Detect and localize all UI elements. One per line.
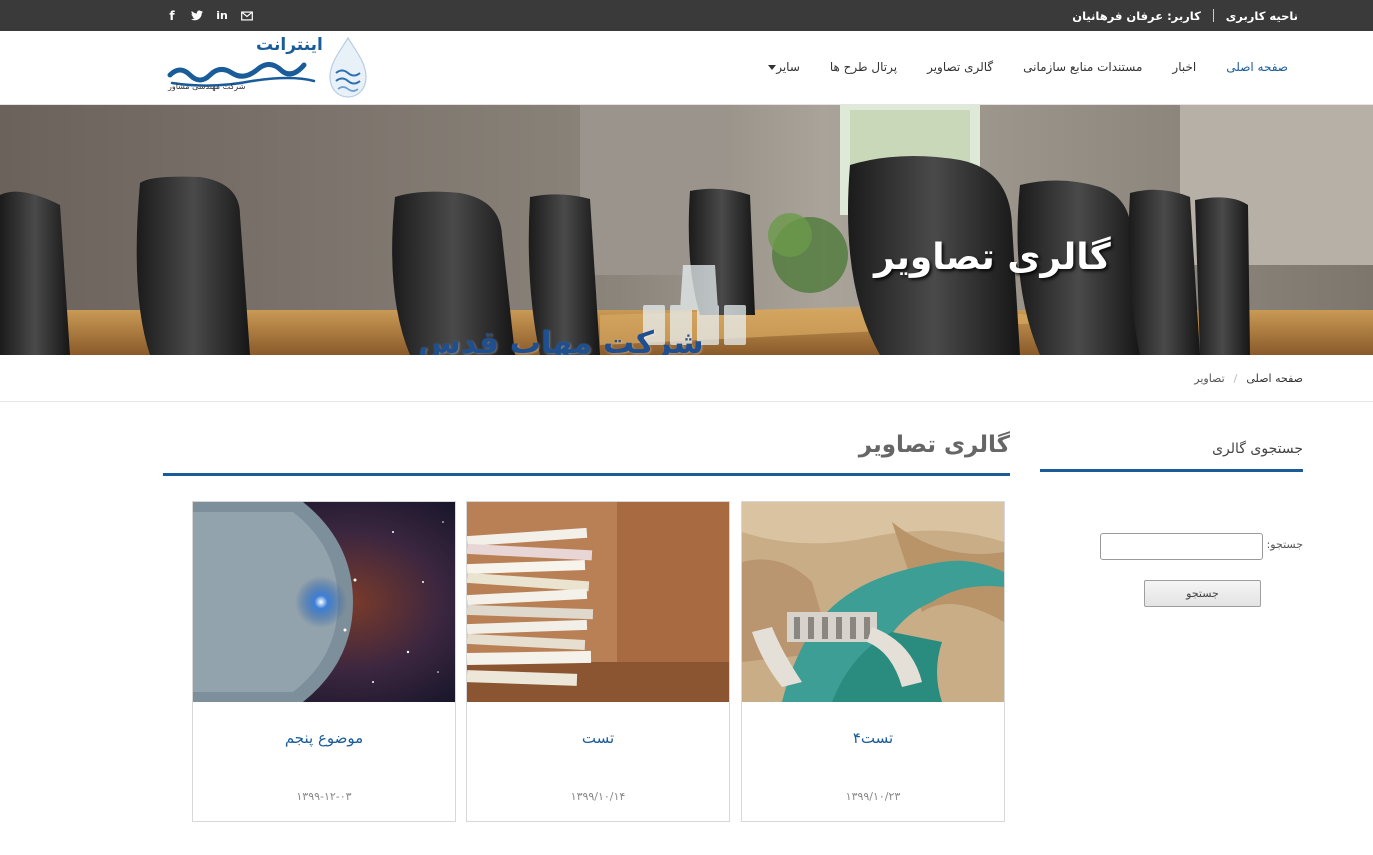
gallery-search-form: جستجو: جستجو bbox=[1040, 472, 1303, 607]
logo-line3: شرکت مهندسی مشاور bbox=[168, 82, 246, 91]
gallery-title: گالری تصاویر bbox=[163, 432, 1010, 476]
site-header: اینترانت شرکت مهندسی مشاور صفحه اصلی اخب… bbox=[0, 31, 1373, 105]
gallery-card[interactable]: موضوع پنجم ۱۳۹۹-۱۲-۰۳ bbox=[192, 501, 456, 822]
facebook-icon[interactable]: f bbox=[166, 9, 178, 23]
search-label: جستجو: bbox=[1266, 538, 1303, 551]
nav-projects-portal[interactable]: پرتال طرح ها bbox=[830, 60, 897, 74]
card-title[interactable]: موضوع پنجم bbox=[193, 729, 455, 747]
user-area-link[interactable]: ناحیه کاربری bbox=[1226, 9, 1298, 23]
breadcrumb: صفحه اصلی / تصاویر bbox=[0, 355, 1373, 402]
nav-news[interactable]: اخبار bbox=[1172, 60, 1196, 74]
main-nav: صفحه اصلی اخبار مستندات منابع سازمانی گا… bbox=[766, 31, 1288, 103]
current-user: کاربر: عرفان فرهانیان bbox=[1072, 8, 1201, 23]
card-title[interactable]: تست۴ bbox=[742, 729, 1004, 747]
gallery-main: گالری تصاویر تست۴ ۱۳۹۹/۱۰/۲۳ تست ۱۳۹۹/۱۰… bbox=[163, 432, 1010, 822]
site-logo[interactable]: اینترانت شرکت مهندسی مشاور bbox=[166, 35, 370, 101]
gallery-card[interactable]: تست۴ ۱۳۹۹/۱۰/۲۳ bbox=[741, 501, 1005, 822]
nav-gallery[interactable]: گالری تصاویر bbox=[927, 60, 993, 74]
card-title[interactable]: تست bbox=[467, 729, 729, 747]
breadcrumb-home[interactable]: صفحه اصلی bbox=[1246, 372, 1303, 385]
banner-image bbox=[0, 105, 1373, 355]
gallery-search-title: جستجوی گالری bbox=[1040, 435, 1303, 472]
banner-title: گالری تصاویر bbox=[874, 237, 1111, 278]
user-area: ناحیه کاربری کاربر: عرفان فرهانیان bbox=[1072, 0, 1298, 31]
space-image[interactable] bbox=[193, 502, 455, 702]
linkedin-icon[interactable]: in bbox=[216, 9, 228, 23]
nav-more-label: سایر bbox=[776, 60, 800, 74]
gallery-cards: تست۴ ۱۳۹۹/۱۰/۲۳ تست ۱۳۹۹/۱۰/۱۴ موضوع پنج… bbox=[192, 501, 1005, 823]
gallery-card[interactable]: تست ۱۳۹۹/۱۰/۱۴ bbox=[466, 501, 730, 822]
email-icon[interactable] bbox=[241, 9, 253, 23]
gallery-search-panel: جستجوی گالری جستجو: جستجو bbox=[1040, 435, 1303, 607]
search-button[interactable]: جستجو bbox=[1144, 580, 1261, 607]
page-banner: گالری تصاویر شرکت مهاب قدس bbox=[0, 105, 1373, 355]
social-links: f in bbox=[166, 0, 253, 31]
top-bar: ناحیه کاربری کاربر: عرفان فرهانیان f in bbox=[0, 0, 1373, 31]
breadcrumb-separator: / bbox=[1233, 372, 1238, 385]
card-date: ۱۳۹۹-۱۲-۰۳ bbox=[296, 790, 352, 803]
card-date: ۱۳۹۹/۱۰/۱۴ bbox=[570, 790, 626, 803]
breadcrumb-current: تصاویر bbox=[1194, 372, 1225, 385]
papers-image[interactable] bbox=[467, 502, 729, 702]
card-date: ۱۳۹۹/۱۰/۲۳ bbox=[845, 790, 901, 803]
search-input[interactable] bbox=[1100, 533, 1263, 560]
caret-down-icon bbox=[768, 65, 777, 70]
banner-subtitle: شرکت مهاب قدس bbox=[418, 325, 704, 355]
nav-home[interactable]: صفحه اصلی bbox=[1226, 60, 1288, 74]
twitter-icon[interactable] bbox=[191, 9, 203, 23]
nav-more[interactable]: سایر bbox=[766, 60, 800, 74]
divider bbox=[1212, 9, 1214, 22]
dam-image[interactable] bbox=[742, 502, 1004, 702]
logo-line1: اینترانت bbox=[256, 35, 323, 55]
nav-documents[interactable]: مستندات منابع سازمانی bbox=[1023, 60, 1142, 74]
